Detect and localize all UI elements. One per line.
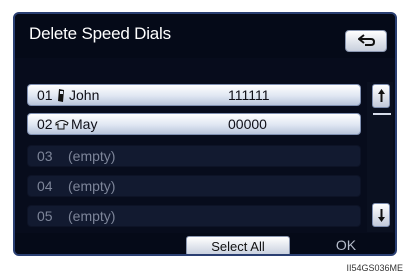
page-title: Delete Speed Dials [29, 24, 171, 43]
entry-number: 02 [37, 116, 53, 132]
select-all-button[interactable]: Select All [186, 236, 290, 254]
entry-name: John [69, 87, 100, 103]
entry-number: 03 [37, 148, 53, 164]
return-arrow-icon [358, 34, 376, 46]
arrow-up-icon [378, 89, 385, 102]
back-button[interactable] [345, 30, 387, 52]
entry-name: (empty) [68, 208, 116, 224]
speed-dial-row-03[interactable]: 03 (empty) [27, 145, 361, 167]
ok-button[interactable]: OK [301, 236, 391, 254]
header: Delete Speed Dials [15, 14, 395, 58]
image-code-label: II54GS036ME [346, 263, 403, 273]
scrollbar-thumb[interactable] [373, 113, 391, 115]
entry-number: 04 [37, 178, 53, 194]
home-phone-icon [55, 120, 69, 130]
entry-phone-number: 00000 [228, 116, 267, 132]
speed-dial-row-05[interactable]: 05 (empty) [27, 205, 361, 227]
arrow-down-icon [378, 209, 385, 222]
entry-number: 05 [37, 208, 53, 224]
entry-name: May [71, 116, 98, 132]
mobile-phone-icon [58, 89, 64, 102]
scroll-down-button[interactable] [372, 203, 390, 227]
entry-name: (empty) [68, 178, 116, 194]
entry-number: 01 [37, 87, 53, 103]
delete-speed-dials-screen: Delete Speed Dials 01 John 111111 02 May… [13, 12, 397, 256]
entry-name: (empty) [68, 148, 116, 164]
speed-dial-row-02[interactable]: 02 May 00000 [27, 113, 361, 135]
speed-dial-row-01[interactable]: 01 John 111111 [27, 84, 361, 106]
scroll-up-button[interactable] [372, 84, 390, 108]
entry-phone-number: 111111 [228, 87, 270, 103]
speed-dial-row-04[interactable]: 04 (empty) [27, 175, 361, 197]
